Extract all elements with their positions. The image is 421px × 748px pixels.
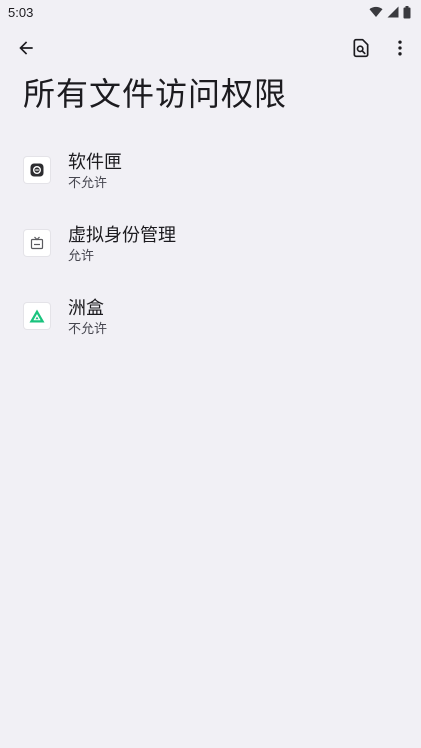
app-item-zhouhe[interactable]: 洲盒 不允许 <box>0 280 421 353</box>
more-options-button[interactable] <box>380 28 420 68</box>
toolbar <box>0 24 421 72</box>
app-name: 虚拟身份管理 <box>68 225 176 246</box>
status-icons <box>369 5 411 19</box>
app-permission-status: 允许 <box>68 249 95 264</box>
app-name: 洲盒 <box>68 298 104 319</box>
virtual-identity-icon <box>24 230 50 256</box>
cellular-signal-icon <box>387 6 399 18</box>
app-name: 软件匣 <box>68 152 122 173</box>
search-in-page-icon <box>353 38 369 58</box>
arrow-back-icon <box>19 41 33 55</box>
page-title: 所有文件访问权限 <box>23 75 288 113</box>
wifi-icon <box>369 6 383 17</box>
status-bar: 5:03 <box>0 0 421 24</box>
software-box-icon <box>24 157 50 183</box>
app-item-software-box[interactable]: 软件匣 不允许 <box>0 134 421 207</box>
status-time: 5:03 <box>8 4 34 20</box>
battery-icon <box>403 5 411 18</box>
app-list: 软件匣 不允许 虚拟身份管理 允许 洲盒 不允许 <box>0 134 421 353</box>
zhouhe-icon <box>24 303 50 329</box>
app-permission-status: 不允许 <box>68 322 108 337</box>
app-item-virtual-identity[interactable]: 虚拟身份管理 允许 <box>0 207 421 280</box>
search-in-page-button[interactable] <box>341 28 381 68</box>
more-vert-icon <box>398 40 402 56</box>
app-permission-status: 不允许 <box>68 176 108 191</box>
back-button[interactable] <box>6 28 46 68</box>
